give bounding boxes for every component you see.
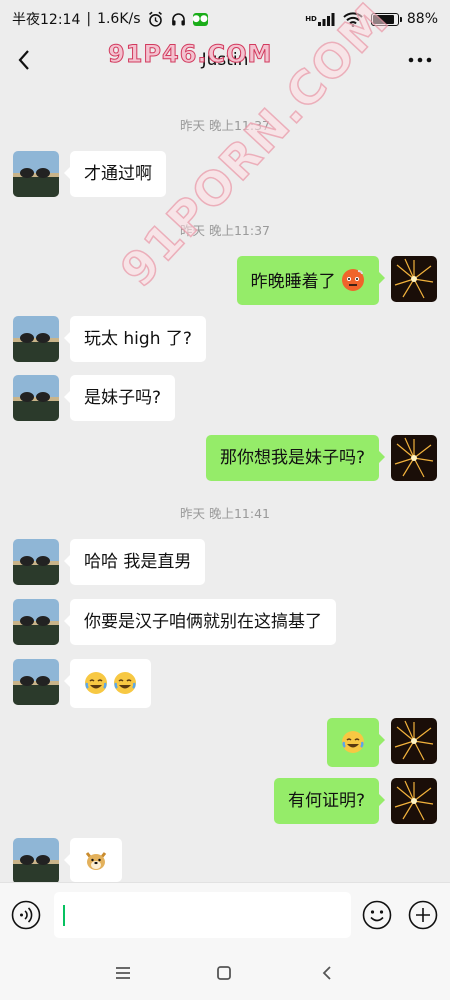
message-text: 你要是汉子咱俩就别在这搞基了 bbox=[84, 612, 322, 632]
more-dots-icon bbox=[408, 57, 432, 63]
emoji-button[interactable] bbox=[362, 900, 392, 930]
back-icon bbox=[322, 966, 331, 980]
message-bubble[interactable] bbox=[64, 838, 122, 882]
menu-button[interactable] bbox=[110, 960, 136, 986]
watermark-logo: 91P46.COM bbox=[107, 40, 273, 69]
message-bubble[interactable]: 你要是汉子咱俩就别在这搞基了 bbox=[64, 599, 336, 645]
message-bubble[interactable]: 昨晚睡着了 bbox=[236, 256, 386, 305]
system-nav-bar bbox=[0, 946, 450, 1000]
tears-of-joy-emoji bbox=[114, 672, 137, 694]
message-text: 是妹子吗? bbox=[84, 388, 162, 408]
voice-button[interactable] bbox=[11, 900, 41, 930]
wechat-icon: ●● bbox=[192, 12, 208, 26]
message-text: 才通过啊 bbox=[84, 164, 152, 184]
avatar-self[interactable] bbox=[391, 778, 437, 824]
timestamp: 昨天 晚上11:37 bbox=[180, 223, 270, 238]
avatar-self[interactable] bbox=[391, 256, 437, 302]
message-bubble[interactable]: 是妹子吗? bbox=[63, 375, 176, 421]
smiley-icon bbox=[362, 900, 392, 930]
plus-icon bbox=[408, 900, 438, 930]
status-time: 半夜12:14 bbox=[12, 12, 81, 28]
avatar-contact[interactable] bbox=[13, 659, 59, 705]
alarm-icon bbox=[147, 11, 164, 28]
text-cursor bbox=[63, 905, 65, 926]
message-bubble[interactable]: 才通过啊 bbox=[64, 151, 166, 197]
avatar-contact[interactable] bbox=[13, 151, 59, 197]
message-input[interactable] bbox=[54, 892, 351, 938]
avatar-contact[interactable] bbox=[13, 375, 59, 421]
home-icon bbox=[217, 966, 231, 980]
avatar-contact[interactable] bbox=[13, 599, 59, 645]
headphones-icon bbox=[170, 11, 187, 28]
network-speed: 1.6K/s bbox=[97, 11, 141, 27]
message-text: 玩太 high 了? bbox=[84, 329, 192, 349]
avatar-self[interactable] bbox=[391, 718, 437, 764]
home-button[interactable] bbox=[211, 960, 237, 986]
more-functions-button[interactable] bbox=[408, 900, 438, 930]
system-back-button[interactable] bbox=[314, 960, 340, 986]
tears-of-joy-emoji bbox=[342, 731, 364, 753]
timestamp: 昨天 晚上11:37 bbox=[180, 118, 270, 133]
message-text: 昨晚睡着了 bbox=[250, 272, 336, 292]
message-bubble[interactable]: 有何证明? bbox=[273, 778, 386, 824]
menu-icon bbox=[116, 967, 130, 979]
hd-label: HD bbox=[305, 14, 317, 23]
message-bubble[interactable]: 哈哈 我是直男 bbox=[63, 539, 206, 585]
message-bubble[interactable]: 那你想我是妹子吗? bbox=[205, 435, 386, 481]
timestamp: 昨天 晚上11:41 bbox=[180, 506, 270, 521]
chat-screen: 半夜12:14 | 1.6K/s ●● HD 88% Justin 91P46.… bbox=[0, 0, 450, 1000]
avatar-contact[interactable] bbox=[13, 539, 59, 585]
avatar-self[interactable] bbox=[391, 435, 437, 481]
message-text: 哈哈 我是直男 bbox=[84, 552, 192, 572]
battery-percent: 88% bbox=[406, 11, 438, 27]
doge-emoji bbox=[85, 852, 107, 870]
input-bar bbox=[0, 882, 450, 946]
avatar-contact[interactable] bbox=[13, 316, 59, 362]
message-text: 有何证明? bbox=[287, 791, 365, 811]
message-text: 那你想我是妹子吗? bbox=[219, 448, 365, 468]
tears-of-joy-emoji bbox=[85, 672, 107, 694]
message-bubble[interactable] bbox=[63, 659, 152, 708]
status-separator: | bbox=[86, 11, 92, 27]
message-bubble[interactable] bbox=[327, 718, 385, 767]
face-with-steam-emoji bbox=[342, 269, 364, 291]
avatar-contact[interactable] bbox=[13, 838, 59, 884]
message-bubble[interactable]: 玩太 high 了? bbox=[64, 316, 206, 362]
voice-icon bbox=[11, 900, 41, 930]
back-button[interactable] bbox=[2, 38, 46, 82]
more-button[interactable] bbox=[398, 38, 442, 82]
chevron-left-icon bbox=[18, 50, 29, 70]
